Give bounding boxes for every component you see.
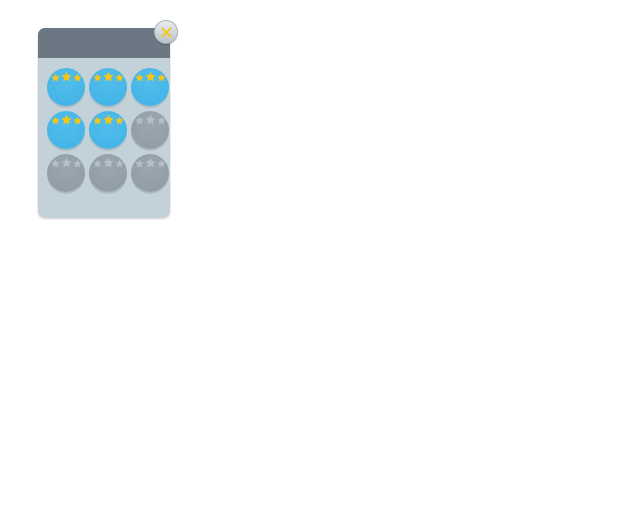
level-select-panel-close-button[interactable] (154, 20, 178, 44)
star-icon (145, 114, 155, 125)
level-button-2[interactable] (89, 68, 127, 106)
star-icon (72, 73, 82, 82)
level-button-7[interactable] (47, 154, 85, 192)
star-icon (134, 116, 144, 125)
star-icon (61, 157, 71, 168)
star-icon (103, 157, 113, 168)
level-stars (134, 157, 166, 168)
star-icon (114, 116, 124, 125)
star-icon (50, 116, 60, 125)
star-icon (72, 116, 82, 125)
star-icon (72, 159, 82, 168)
star-icon (61, 114, 71, 125)
level-button-1[interactable] (47, 68, 85, 106)
level-button-9[interactable] (131, 154, 169, 192)
star-icon (134, 159, 144, 168)
star-icon (92, 73, 102, 82)
star-icon (156, 159, 166, 168)
star-icon (156, 116, 166, 125)
level-button-3[interactable] (131, 68, 169, 106)
level-stars (134, 114, 166, 125)
star-icon (145, 71, 155, 82)
ui-kit-canvas (0, 0, 626, 526)
level-button-6[interactable] (131, 111, 169, 149)
level-stars (50, 114, 82, 125)
level-select-panel-body (38, 58, 170, 218)
star-icon (50, 73, 60, 82)
star-icon (92, 159, 102, 168)
level-stars (50, 71, 82, 82)
star-icon (145, 157, 155, 168)
level-stars (92, 157, 124, 168)
level-button-5[interactable] (89, 111, 127, 149)
level-grid (38, 58, 170, 192)
level-select-panel (38, 20, 178, 218)
level-stars (134, 71, 166, 82)
star-icon (114, 73, 124, 82)
star-icon (61, 71, 71, 82)
star-icon (92, 116, 102, 125)
close-icon (160, 26, 172, 38)
star-icon (134, 73, 144, 82)
star-icon (50, 159, 60, 168)
level-stars (50, 157, 82, 168)
star-icon (114, 159, 124, 168)
star-icon (103, 114, 113, 125)
level-button-4[interactable] (47, 111, 85, 149)
level-button-8[interactable] (89, 154, 127, 192)
level-stars (92, 114, 124, 125)
level-select-panel-title (38, 28, 170, 58)
star-icon (156, 73, 166, 82)
star-icon (103, 71, 113, 82)
level-stars (92, 71, 124, 82)
